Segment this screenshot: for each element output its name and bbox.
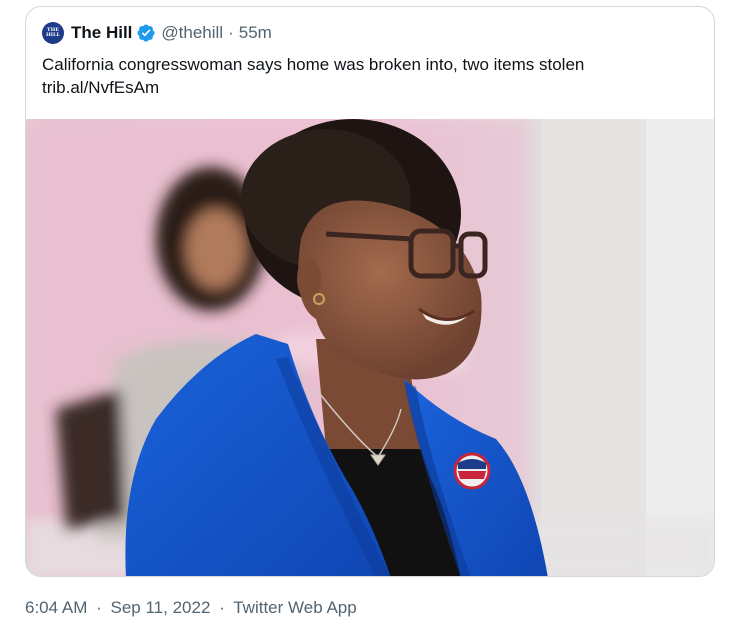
display-name[interactable]: The Hill [71, 23, 132, 43]
tweet-timestamp-row: 6:04 AM · Sep 11, 2022 · Twitter Web App [25, 598, 357, 618]
the-hill-avatar[interactable]: THE HILL [42, 22, 64, 44]
verified-badge-icon [137, 24, 155, 42]
avatar-text-line2: HILL [45, 32, 61, 38]
tweet-source: Twitter Web App [233, 598, 357, 617]
handle[interactable]: @thehill [161, 23, 223, 43]
tweet-time[interactable]: 6:04 AM [25, 598, 87, 617]
tweet-text-line1: California congresswoman says home was b… [42, 55, 585, 74]
quoted-tweet-text: California congresswoman says home was b… [42, 53, 702, 99]
photo-image [26, 119, 714, 576]
quoted-tweet-card[interactable]: THE HILL The Hill @thehill · 55m Califor… [25, 6, 715, 577]
meta-separator-1: · [96, 598, 102, 617]
time-ago[interactable]: 55m [239, 23, 272, 43]
tweet-link[interactable]: trib.al/NvfEsAm [42, 76, 702, 99]
header-separator: · [228, 23, 234, 42]
tweet-date[interactable]: Sep 11, 2022 [111, 598, 211, 617]
quoted-tweet-header: THE HILL The Hill @thehill · 55m [42, 21, 272, 45]
meta-separator-2: · [219, 598, 225, 617]
tweet-photo[interactable] [26, 119, 714, 576]
